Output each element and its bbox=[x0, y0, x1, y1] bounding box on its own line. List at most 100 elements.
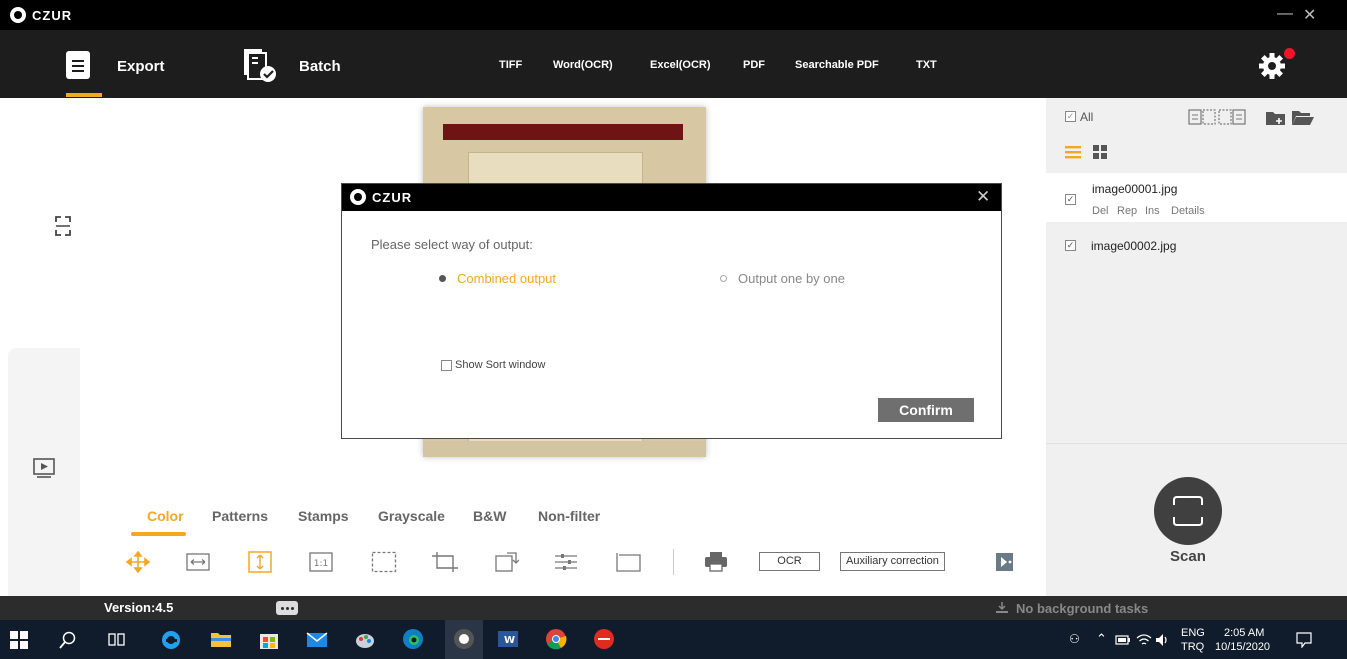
fit-width-icon[interactable] bbox=[186, 551, 210, 573]
file-2-checkbox[interactable]: ✓ bbox=[1065, 240, 1076, 251]
file-2-name: image00002.jpg bbox=[1091, 239, 1177, 253]
folder-add-icon[interactable] bbox=[1265, 109, 1287, 127]
format-tiff[interactable]: TIFF bbox=[499, 59, 522, 71]
windows-start-icon[interactable] bbox=[10, 631, 28, 649]
crop-icon[interactable] bbox=[431, 551, 459, 573]
clock-date[interactable]: 10/15/2020 bbox=[1215, 641, 1270, 653]
task-view-icon[interactable] bbox=[108, 631, 126, 649]
czur-taskbar-item[interactable] bbox=[445, 620, 483, 659]
rotate-icon[interactable] bbox=[493, 551, 519, 573]
title-bar: CZUR — ✕ bbox=[0, 0, 1347, 30]
volume-icon[interactable] bbox=[1155, 633, 1171, 647]
background-tasks-status: No background tasks bbox=[1016, 601, 1149, 616]
dialog-close-button[interactable]: ✕ bbox=[976, 187, 990, 207]
ocr-button[interactable]: OCR bbox=[759, 552, 820, 571]
exit-door-icon[interactable] bbox=[993, 551, 1019, 573]
slideshow-preview-icon[interactable] bbox=[33, 458, 55, 478]
page-frame-icon[interactable] bbox=[614, 551, 642, 573]
filter-non-filter[interactable]: Non-filter bbox=[538, 508, 600, 524]
actual-size-icon[interactable]: 1:1 bbox=[309, 551, 333, 573]
svg-text:1:1: 1:1 bbox=[314, 559, 328, 569]
format-txt[interactable]: TXT bbox=[916, 59, 937, 71]
download-tray-icon bbox=[996, 602, 1008, 613]
mail-icon[interactable] bbox=[306, 628, 328, 650]
format-excel-ocr[interactable]: Excel(OCR) bbox=[650, 59, 711, 71]
folder-open-icon[interactable] bbox=[1291, 109, 1315, 127]
edge-browser-icon[interactable] bbox=[402, 628, 424, 650]
svg-text:W: W bbox=[504, 635, 515, 646]
export-tab-indicator bbox=[66, 93, 102, 97]
radio-selected-icon bbox=[439, 275, 446, 282]
grid-view-icon[interactable] bbox=[1093, 145, 1107, 159]
dialog-prompt: Please select way of output: bbox=[371, 237, 533, 252]
chrome-icon[interactable] bbox=[545, 628, 567, 650]
list-view-icon[interactable] bbox=[1065, 145, 1081, 159]
crop-frame-icon[interactable] bbox=[55, 216, 71, 236]
store-icon[interactable] bbox=[258, 628, 280, 650]
recorder-app-icon[interactable] bbox=[593, 628, 615, 650]
fit-height-icon[interactable] bbox=[248, 551, 272, 573]
ie-browser-icon[interactable] bbox=[160, 628, 182, 650]
czur-app-window: CZUR — ✕ Export Batch TIFF Word(OCR) Exc… bbox=[0, 0, 1347, 659]
select-all-check-icon: ✓ bbox=[1065, 111, 1076, 122]
battery-icon[interactable] bbox=[1115, 634, 1131, 646]
language-eng[interactable]: ENG bbox=[1181, 627, 1205, 639]
people-icon[interactable]: ⚇ bbox=[1069, 632, 1080, 646]
clock-time[interactable]: 2:05 AM bbox=[1224, 627, 1264, 639]
word-icon[interactable]: W bbox=[497, 628, 519, 650]
filter-stamps[interactable]: Stamps bbox=[298, 508, 349, 524]
tray-chevron-up-icon[interactable]: ⌃ bbox=[1096, 631, 1107, 647]
scan-button[interactable] bbox=[1154, 477, 1222, 545]
dialog-logo-icon bbox=[350, 189, 366, 205]
filter-patterns[interactable]: Patterns bbox=[212, 508, 268, 524]
file-1-insert[interactable]: Ins bbox=[1145, 205, 1160, 217]
auxiliary-correction-button[interactable]: Auxiliary correction bbox=[840, 552, 945, 571]
file-1-delete[interactable]: Del bbox=[1092, 205, 1109, 217]
show-sort-label: Show Sort window bbox=[455, 359, 546, 371]
format-pdf[interactable]: PDF bbox=[743, 59, 765, 71]
language-trq[interactable]: TRQ bbox=[1181, 641, 1204, 653]
page-layout-icons[interactable] bbox=[1188, 108, 1246, 126]
selection-frame-icon[interactable] bbox=[371, 551, 397, 573]
format-searchable-pdf[interactable]: Searchable PDF bbox=[795, 59, 879, 71]
file-1-details[interactable]: Details bbox=[1171, 205, 1205, 217]
close-window-button[interactable]: ✕ bbox=[1303, 5, 1316, 25]
one-by-one-label: Output one by one bbox=[738, 271, 845, 286]
dialog-brand: CZUR bbox=[372, 190, 413, 205]
export-document-icon[interactable] bbox=[66, 51, 90, 79]
czur-logo-icon bbox=[10, 7, 26, 23]
confirm-button[interactable]: Confirm bbox=[878, 398, 974, 422]
version-label: Version:4.5 bbox=[104, 600, 174, 615]
notification-center-icon[interactable] bbox=[1296, 632, 1312, 648]
output-mode-dialog: CZUR ✕ Please select way of output: Comb… bbox=[341, 183, 1002, 439]
format-word-ocr[interactable]: Word(OCR) bbox=[553, 59, 613, 71]
print-icon[interactable] bbox=[703, 551, 729, 573]
filter-active-indicator bbox=[131, 532, 186, 536]
minimize-button[interactable]: — bbox=[1277, 5, 1293, 23]
tools-divider bbox=[673, 549, 674, 575]
file-1-checkbox[interactable]: ✓ bbox=[1065, 194, 1076, 205]
file-explorer-icon[interactable] bbox=[210, 628, 232, 650]
adjust-sliders-icon[interactable] bbox=[553, 551, 579, 573]
filter-color[interactable]: Color bbox=[147, 508, 184, 524]
batch-tab[interactable]: Batch bbox=[299, 58, 341, 75]
file-1-replace[interactable]: Rep bbox=[1117, 205, 1137, 217]
windows-taskbar: W ⚇ ⌃ ENG TRQ 2:05 AM 10/15/2020 bbox=[0, 620, 1347, 659]
search-icon[interactable] bbox=[59, 631, 77, 649]
wifi-icon[interactable] bbox=[1136, 633, 1152, 647]
scan-label: Scan bbox=[1170, 548, 1206, 565]
filter-bw[interactable]: B&W bbox=[473, 508, 506, 524]
app-brand: CZUR bbox=[32, 8, 73, 23]
panel-separator bbox=[1046, 443, 1347, 444]
settings-gear-icon[interactable] bbox=[1258, 52, 1286, 80]
czur-taskbar-icon bbox=[454, 629, 474, 649]
paint-icon[interactable] bbox=[354, 628, 376, 650]
batch-documents-icon[interactable] bbox=[242, 47, 278, 83]
radio-unselected-icon bbox=[720, 275, 727, 282]
export-tab[interactable]: Export bbox=[117, 58, 165, 75]
filter-grayscale[interactable]: Grayscale bbox=[378, 508, 445, 524]
file-1-name: image00001.jpg bbox=[1092, 182, 1178, 196]
move-arrows-icon[interactable] bbox=[125, 551, 151, 573]
chat-bubble-icon[interactable] bbox=[276, 601, 298, 615]
page-header-band bbox=[443, 124, 683, 140]
